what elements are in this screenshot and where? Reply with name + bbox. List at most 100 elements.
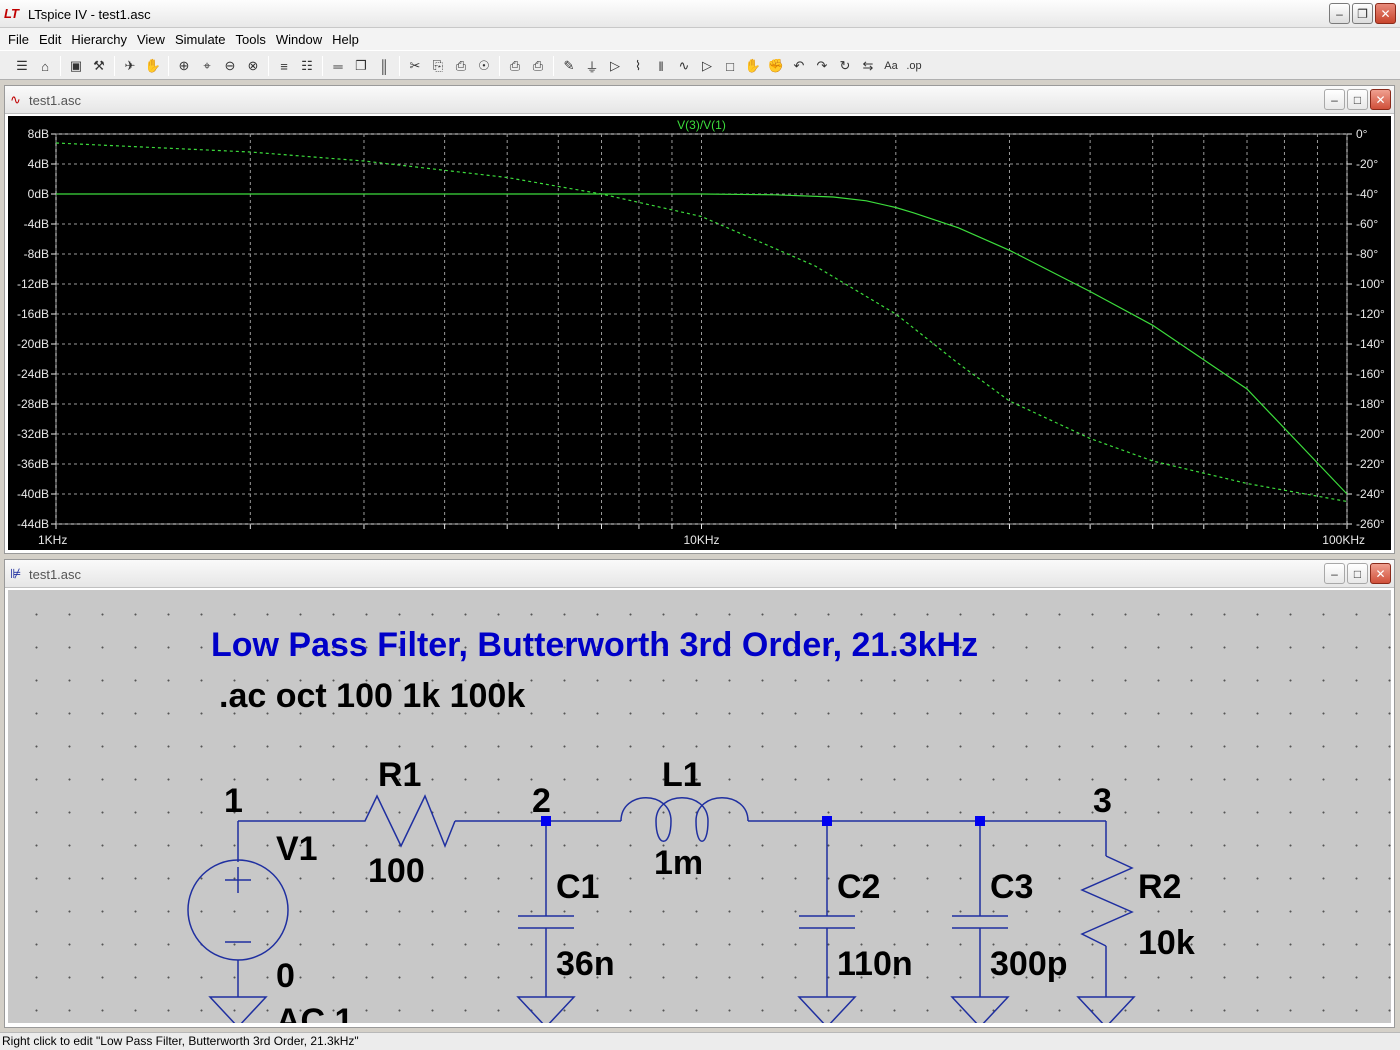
c2-value[interactable]: 110n (837, 945, 913, 983)
window-controls: – ❐ ✕ (1329, 3, 1396, 24)
rotate-icon[interactable]: ↻ (835, 56, 855, 76)
node-label-1[interactable]: 1 (224, 782, 243, 820)
spice-directive[interactable]: .ac oct 100 1k 100k (219, 677, 525, 715)
menu-view[interactable]: View (132, 32, 170, 47)
y-right-tick-label: -260° (1356, 517, 1385, 531)
app-title-bar[interactable]: LT LTspice IV - test1.asc – ❐ ✕ (0, 0, 1400, 28)
zoom-in-icon[interactable]: ⊕ (174, 56, 194, 76)
y-right-tick-label: -240° (1356, 487, 1385, 501)
y-left-tick-label: 8dB (28, 127, 49, 141)
print-icon[interactable]: ⎙ (528, 56, 548, 76)
menu-simulate[interactable]: Simulate (170, 32, 231, 47)
c3-label[interactable]: C3 (990, 868, 1033, 906)
r2-label[interactable]: R2 (1138, 868, 1181, 906)
resistor-r1[interactable] (353, 794, 456, 849)
run-icon[interactable]: ✈ (120, 56, 140, 76)
menu-tools[interactable]: Tools (231, 32, 271, 47)
menu-bar: File Edit Hierarchy View Simulate Tools … (0, 28, 1400, 50)
cascade-icon[interactable]: ❐ (351, 56, 371, 76)
waveform-minimize-button[interactable]: – (1324, 89, 1345, 110)
schematic-canvas[interactable]: Low Pass Filter, Butterworth 3rd Order, … (8, 590, 1391, 1023)
ground-c1[interactable] (516, 996, 576, 1023)
inductor-l1[interactable] (620, 797, 749, 842)
y-right-tick-label: 0° (1356, 127, 1368, 141)
drag-icon[interactable]: ✊ (766, 56, 786, 76)
halt-icon[interactable]: ✋ (143, 56, 163, 76)
waveform-window-title: test1.asc (29, 93, 82, 108)
print-setup-icon[interactable]: ⎙ (505, 56, 525, 76)
c1-label[interactable]: C1 (556, 868, 599, 906)
diode-icon[interactable]: ▷ (697, 56, 717, 76)
zoom-pan-icon[interactable]: ⌖ (197, 56, 217, 76)
close-button[interactable]: ✕ (1375, 3, 1396, 24)
node-label-3[interactable]: 3 (1093, 782, 1112, 820)
schematic-drawing[interactable]: Low Pass Filter, Butterworth 3rd Order, … (8, 590, 1391, 1023)
cut-icon[interactable]: ✂ (405, 56, 425, 76)
open-icon[interactable]: ⌂ (35, 56, 55, 76)
v1-value[interactable]: AC 1 (276, 1002, 353, 1023)
draw-wire-icon[interactable]: ✎ (559, 56, 579, 76)
tile-horizontal-icon[interactable]: ═ (328, 56, 348, 76)
autorange-icon[interactable]: ≡ (274, 56, 294, 76)
waveform-window-title-bar[interactable]: ∿ test1.asc – □ ✕ (5, 86, 1394, 114)
find-icon[interactable]: ☉ (474, 56, 494, 76)
restore-button[interactable]: ❐ (1352, 3, 1373, 24)
ground-c3[interactable] (950, 996, 1010, 1023)
menu-hierarchy[interactable]: Hierarchy (66, 32, 132, 47)
schematic-minimize-button[interactable]: – (1324, 563, 1345, 584)
bode-plot[interactable]: 8dB 0° 4dB -20° 0dB -40° -4dB -60° -8dB -80° -12dB… (8, 116, 1391, 550)
new-schematic-icon[interactable]: ☰ (12, 56, 32, 76)
plot-pane[interactable]: 8dB 0° 4dB -20° 0dB -40° -4dB -60° -8dB -80° -12dB… (8, 116, 1391, 550)
resistor-icon[interactable]: ⌇ (628, 56, 648, 76)
v1-label[interactable]: V1 (276, 830, 318, 868)
c2-label[interactable]: C2 (837, 868, 880, 906)
v1-node-label[interactable]: 0 (276, 957, 295, 995)
waveform-close-button[interactable]: ✕ (1370, 89, 1391, 110)
ground-v1[interactable] (208, 996, 268, 1023)
ground-icon[interactable]: ⏚ (582, 56, 602, 76)
component-icon[interactable]: □ (720, 56, 740, 76)
paste-icon[interactable]: ⎙ (451, 56, 471, 76)
redo-icon[interactable]: ↷ (812, 56, 832, 76)
schematic-heading[interactable]: Low Pass Filter, Butterworth 3rd Order, … (211, 626, 978, 664)
ground-r2[interactable] (1076, 996, 1136, 1023)
undo-icon[interactable]: ↶ (789, 56, 809, 76)
capacitor-icon[interactable]: ‖ (651, 56, 671, 76)
l1-value[interactable]: 1m (654, 844, 703, 882)
tile-vertical-icon[interactable]: ║ (374, 56, 394, 76)
menu-window[interactable]: Window (271, 32, 327, 47)
label-net-icon[interactable]: ▷ (605, 56, 625, 76)
menu-file[interactable]: File (3, 32, 34, 47)
mirror-icon[interactable]: ⇆ (858, 56, 878, 76)
copy-icon[interactable]: ⎘ (428, 56, 448, 76)
zoom-cancel-icon[interactable]: ⊗ (243, 56, 263, 76)
schematic-window-title: test1.asc (29, 567, 82, 582)
c3-value[interactable]: 300p (990, 945, 1068, 983)
minimize-button[interactable]: – (1329, 3, 1350, 24)
save-icon[interactable]: ▣ (66, 56, 86, 76)
zoom-out-icon[interactable]: ⊖ (220, 56, 240, 76)
schematic-close-button[interactable]: ✕ (1370, 563, 1391, 584)
node-label-2[interactable]: 2 (532, 782, 551, 820)
grid-icon[interactable]: ☷ (297, 56, 317, 76)
ground-c2[interactable] (797, 996, 857, 1023)
spice-directive-icon[interactable]: .op (904, 56, 924, 76)
menu-edit[interactable]: Edit (34, 32, 66, 47)
text-icon[interactable]: Aa (881, 56, 901, 76)
c1-value[interactable]: 36n (556, 945, 615, 983)
resistor-r2[interactable] (1080, 855, 1134, 947)
schematic-maximize-button[interactable]: □ (1347, 563, 1368, 584)
control-panel-icon[interactable]: ⚒ (89, 56, 109, 76)
l1-label[interactable]: L1 (662, 756, 702, 794)
menu-help[interactable]: Help (327, 32, 364, 47)
r2-value[interactable]: 10k (1138, 924, 1195, 962)
x-tick-label: 10KHz (683, 533, 719, 547)
inductor-icon[interactable]: ∿ (674, 56, 694, 76)
schematic-window-title-bar[interactable]: ⊯ test1.asc – □ ✕ (5, 560, 1394, 588)
toolbar-separator (499, 56, 500, 76)
waveform-maximize-button[interactable]: □ (1347, 89, 1368, 110)
move-icon[interactable]: ✋ (743, 56, 763, 76)
r1-label[interactable]: R1 (378, 756, 421, 794)
r1-value[interactable]: 100 (368, 852, 425, 890)
toolbar-separator (168, 56, 169, 76)
